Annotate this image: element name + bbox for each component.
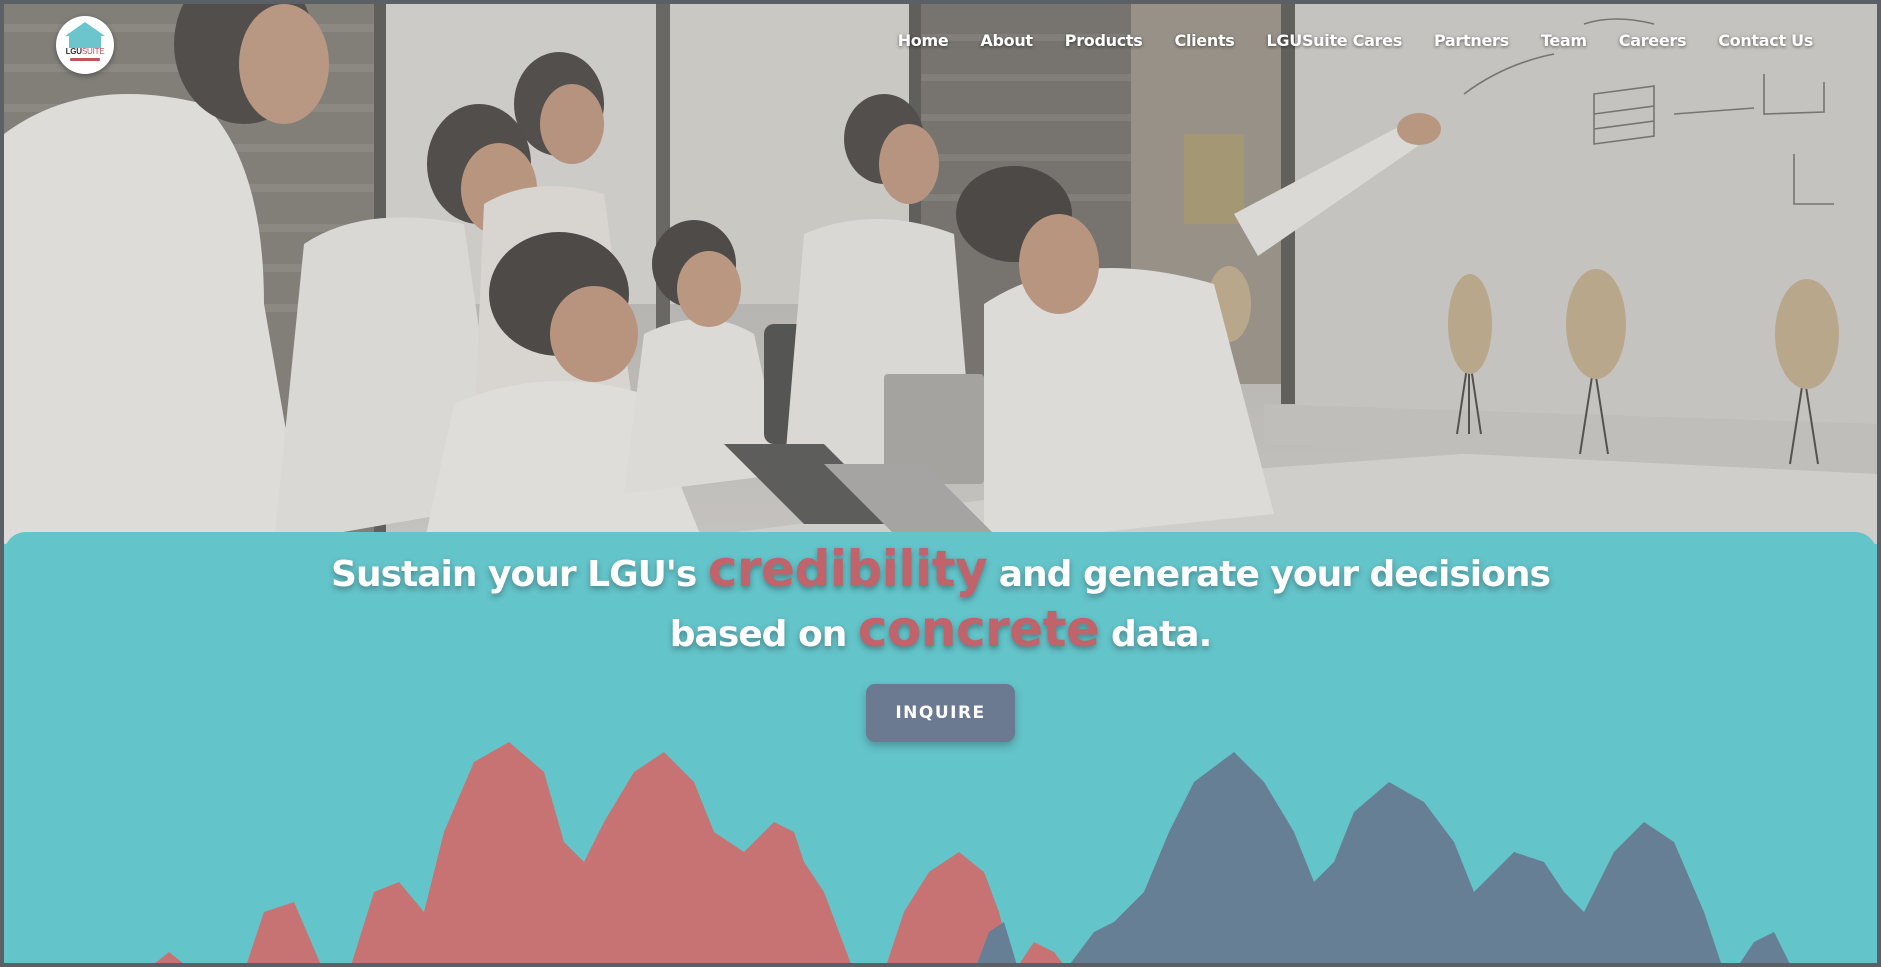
logo-underline xyxy=(70,58,100,61)
headline-line-2: based on concrete data. xyxy=(669,600,1212,658)
headline-line-1: Sustain your LGU's credibility and gener… xyxy=(331,540,1551,598)
main-nav: Home About Products Clients LGUSuite Car… xyxy=(882,31,1829,50)
hero-panel: Sustain your LGU's credibility and gener… xyxy=(4,532,1877,963)
nav-item-clients[interactable]: Clients xyxy=(1159,31,1251,50)
nav-item-careers[interactable]: Careers xyxy=(1603,31,1702,50)
nav-item-home[interactable]: Home xyxy=(882,31,965,50)
logo-text: LGUSUITE xyxy=(65,47,105,56)
hero-photo xyxy=(4,4,1877,544)
headline-accent-concrete: concrete xyxy=(857,600,1100,658)
hero-headline: Sustain your LGU's credibility and gener… xyxy=(4,542,1877,662)
inquire-button[interactable]: INQUIRE xyxy=(866,684,1015,742)
page-frame: LGUSUITE Home About Products Clients LGU… xyxy=(4,4,1877,963)
headline-accent-credibility: credibility xyxy=(707,540,988,598)
nav-item-partners[interactable]: Partners xyxy=(1418,31,1525,50)
logo-roof-icon xyxy=(65,22,105,36)
hero-photo-illustration xyxy=(4,4,1877,544)
nav-item-about[interactable]: About xyxy=(964,31,1048,50)
nav-item-products[interactable]: Products xyxy=(1049,31,1159,50)
nav-item-lgusuite-cares[interactable]: LGUSuite Cares xyxy=(1251,31,1418,50)
nav-item-team[interactable]: Team xyxy=(1525,31,1603,50)
lgusuite-logo[interactable]: LGUSUITE xyxy=(56,16,114,74)
nav-item-contact-us[interactable]: Contact Us xyxy=(1702,31,1829,50)
